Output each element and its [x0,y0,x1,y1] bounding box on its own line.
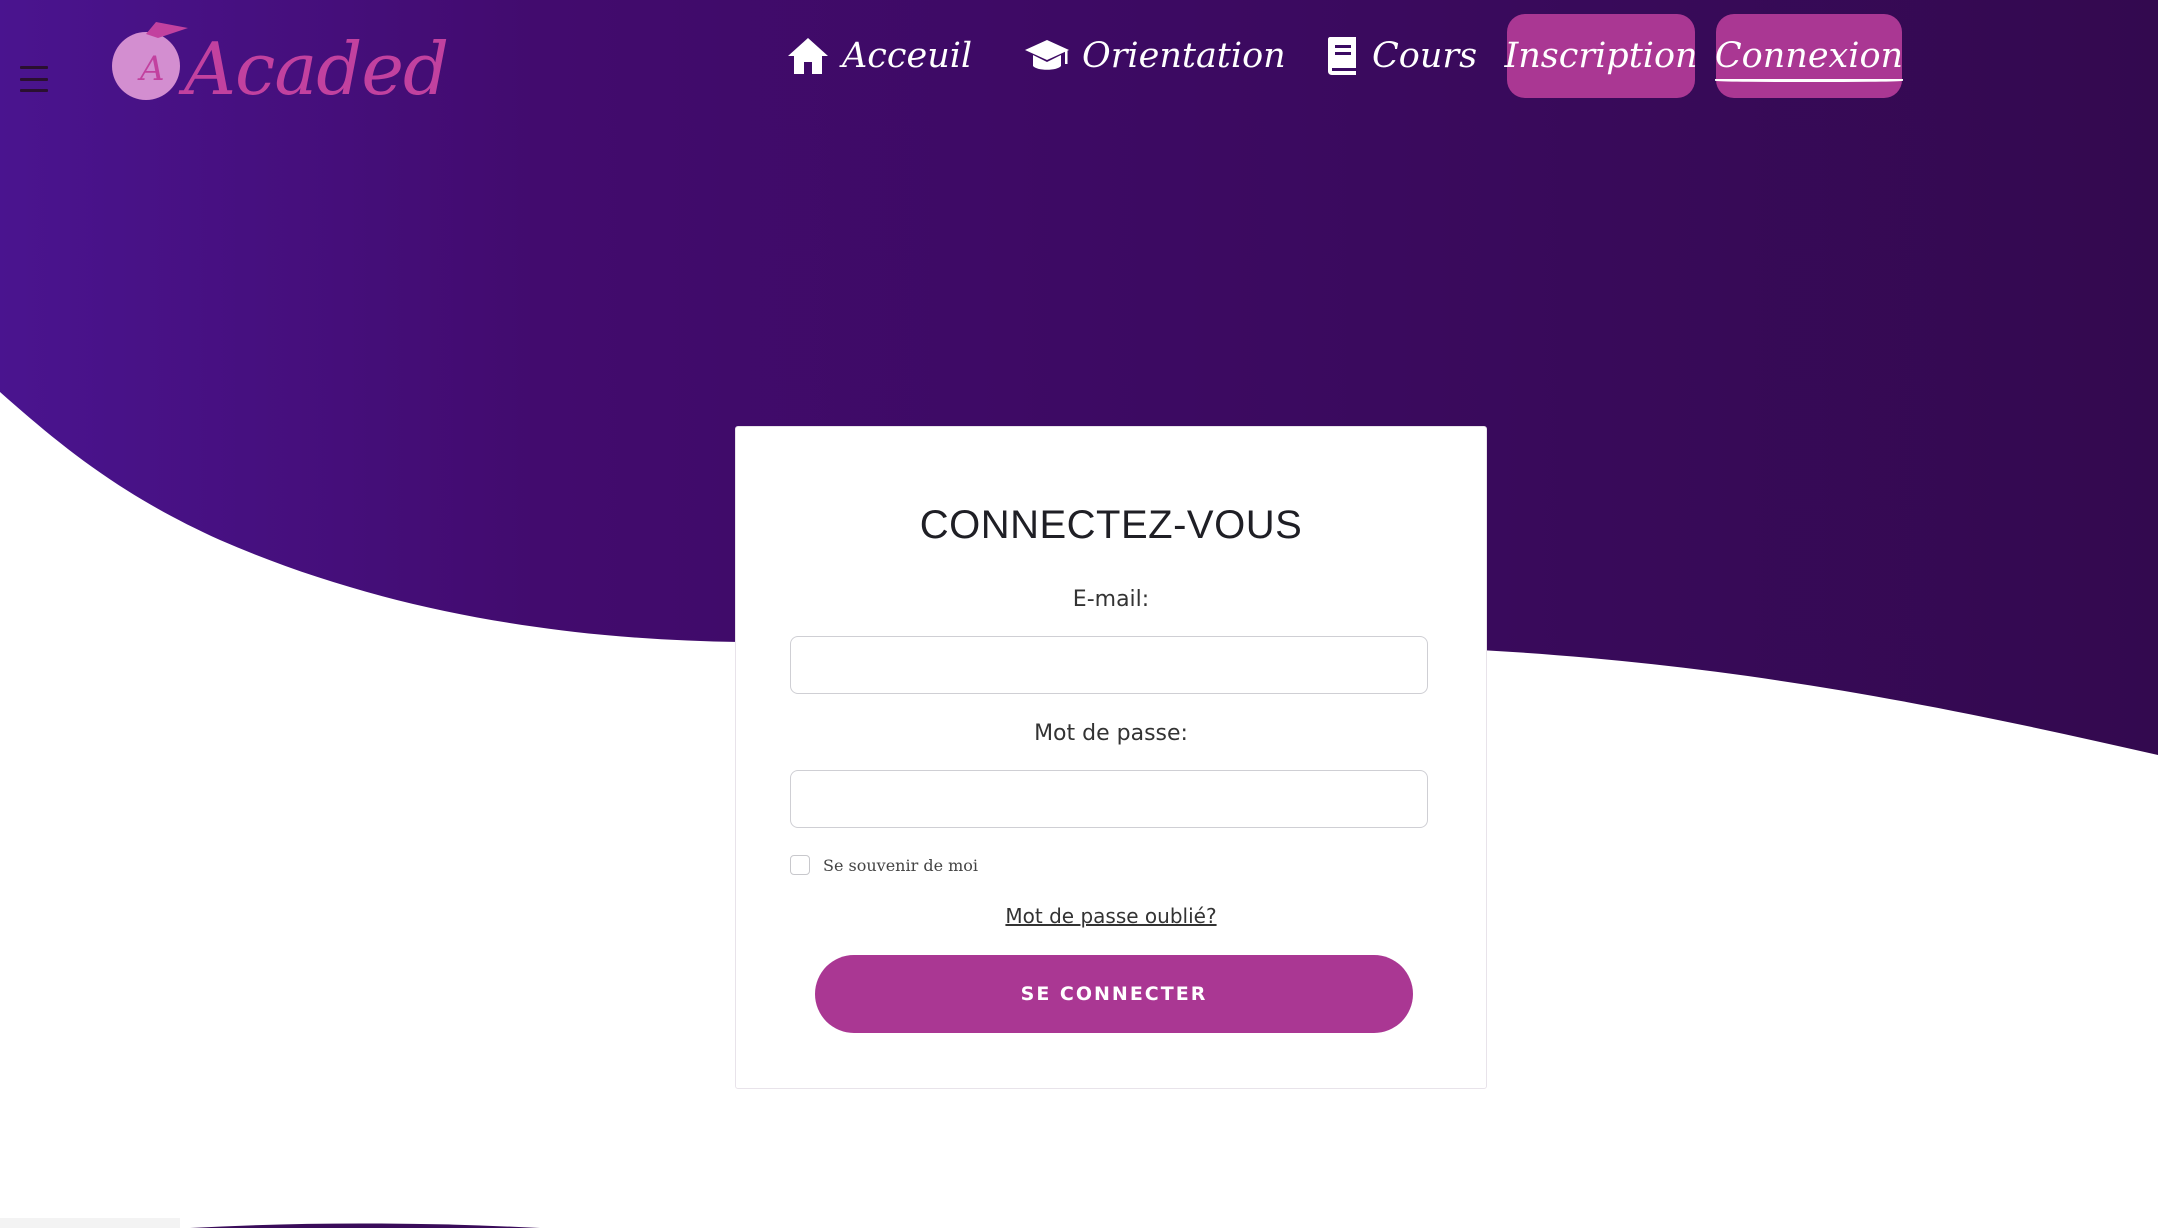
login-card: CONNECTEZ-VOUS E-mail: Mot de passe: Se … [735,426,1487,1089]
book-icon [1328,37,1356,75]
nav-item-cours[interactable]: Cours [1326,14,1477,98]
home-icon [788,38,828,74]
nav-item-acceuil[interactable]: Acceuil [786,14,972,98]
register-button[interactable]: Inscription [1504,14,1698,98]
footer-edge [0,1218,180,1228]
login-submit-button[interactable]: SE CONNECTER [815,955,1413,1033]
nav-item-label: Acceuil [842,36,973,76]
nav-item-label: Orientation [1082,36,1286,76]
login-nav-button-label: Connexion [1714,36,1904,82]
nav-item-label: Cours [1372,36,1478,76]
forgot-password-link[interactable]: Mot de passe oublié? [736,904,1486,928]
register-button-label: Inscription [1504,36,1698,76]
nav-item-orientation[interactable]: Orientation [1024,14,1286,98]
password-field[interactable] [790,770,1428,828]
email-label: E-mail: [1072,587,1150,612]
main-navigation: Acceuil Orientation Cours Inscription Co… [0,14,2158,98]
graduation-cap-icon [1025,40,1069,70]
email-field[interactable] [790,636,1428,694]
remember-me-checkbox[interactable] [790,855,810,875]
remember-me-label[interactable]: Se souvenir de moi [823,856,978,875]
login-title: CONNECTEZ-VOUS [919,503,1303,547]
password-label: Mot de passe: [1034,721,1188,746]
login-nav-button[interactable]: Connexion [1714,14,1904,98]
remember-me: Se souvenir de moi [790,855,978,875]
